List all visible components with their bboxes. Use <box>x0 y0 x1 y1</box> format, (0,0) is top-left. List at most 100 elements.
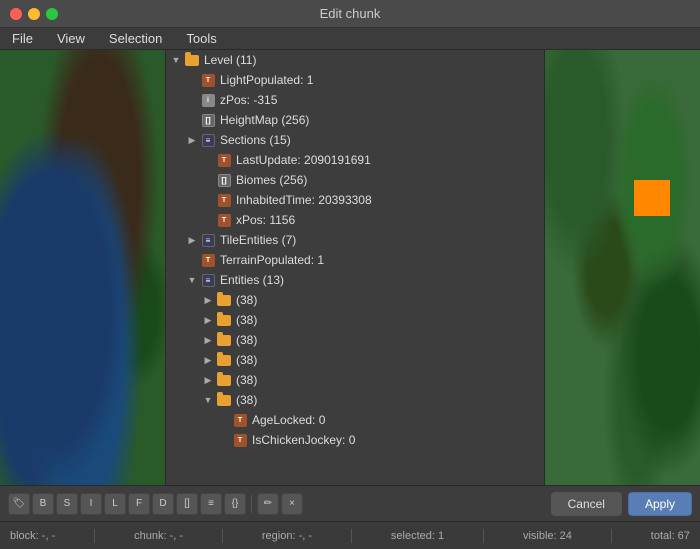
expand-arrow-empty6 <box>202 194 214 206</box>
tree-panel[interactable]: Level (11) T LightPopulated: 1 i zPos: -… <box>165 50 545 485</box>
tree-item-heightmap[interactable]: [] HeightMap (256) <box>166 110 544 130</box>
int-icon-zpos: i <box>200 92 216 108</box>
item-label-lastupdate: LastUpdate: 2090191691 <box>236 153 371 167</box>
chunk-highlight <box>634 180 670 216</box>
tree-item-agelocked[interactable]: T AgeLocked: 0 <box>166 410 544 430</box>
add-list-button[interactable]: {} <box>224 493 246 515</box>
tree-item-entity-2[interactable]: (38) <box>166 330 544 350</box>
tree-item-lightpopulated[interactable]: T LightPopulated: 1 <box>166 70 544 90</box>
map-panel-right <box>545 50 700 485</box>
add-byte-button[interactable]: B <box>32 493 54 515</box>
add-int-button[interactable]: I <box>80 493 102 515</box>
item-label-level: Level (11) <box>204 53 256 67</box>
expand-arrow-entity3[interactable] <box>202 354 214 366</box>
byte-icon-terrain: T <box>200 252 216 268</box>
tree-item-entity-0[interactable]: (38) <box>166 290 544 310</box>
folder-icon-entity4 <box>216 372 232 388</box>
add-tag-button[interactable]: 🏷 <box>8 493 30 515</box>
expand-arrow-empty4 <box>202 154 214 166</box>
item-label-entity0: (38) <box>236 293 257 307</box>
status-bar: block: -, - chunk: -, - region: -, - sel… <box>0 521 700 549</box>
cancel-button[interactable]: Cancel <box>551 492 622 516</box>
tree-item-entities[interactable]: ≡ Entities (13) <box>166 270 544 290</box>
item-label-sections: Sections (15) <box>220 133 291 147</box>
status-region: region: -, - <box>262 530 312 542</box>
add-long-button[interactable]: L <box>104 493 126 515</box>
apply-button[interactable]: Apply <box>628 492 692 516</box>
folder-icon-entity3 <box>216 352 232 368</box>
expand-arrow-empty9 <box>218 414 230 426</box>
add-string-button[interactable]: ≡ <box>200 493 222 515</box>
expand-arrow-entity0[interactable] <box>202 294 214 306</box>
item-label-chickenjockey: IsChickenJockey: 0 <box>252 433 355 447</box>
expand-arrow-entity2[interactable] <box>202 334 214 346</box>
tree-item-entity-4[interactable]: (38) <box>166 370 544 390</box>
total-label: total: 67 <box>651 530 690 542</box>
expand-arrow-tileentities[interactable] <box>186 234 198 246</box>
tree-item-chickenjockey[interactable]: T IsChickenJockey: 0 <box>166 430 544 450</box>
expand-arrow-level[interactable] <box>170 54 182 66</box>
delete-button[interactable]: × <box>281 493 303 515</box>
tree-item-entity-5[interactable]: (38) <box>166 390 544 410</box>
map-left-background <box>0 50 165 485</box>
region-label: region: -, - <box>262 530 312 542</box>
tree-item-entity-1[interactable]: (38) <box>166 310 544 330</box>
add-double-button[interactable]: D <box>152 493 174 515</box>
menu-selection[interactable]: Selection <box>105 29 166 48</box>
item-label-heightmap: HeightMap (256) <box>220 113 309 127</box>
expand-arrow-entity1[interactable] <box>202 314 214 326</box>
add-bytearray-button[interactable]: [] <box>176 493 198 515</box>
expand-arrow-entities[interactable] <box>186 274 198 286</box>
expand-arrow-entity4[interactable] <box>202 374 214 386</box>
add-short-button[interactable]: S <box>56 493 78 515</box>
menu-tools[interactable]: Tools <box>182 29 220 48</box>
visible-label: visible: 24 <box>523 530 572 542</box>
tree-item-xpos[interactable]: T xPos: 1156 <box>166 210 544 230</box>
tree-item-biomes[interactable]: [] Biomes (256) <box>166 170 544 190</box>
toolbar: 🏷 B S I L F D [] ≡ {} ✏ × <box>8 493 303 515</box>
menu-view[interactable]: View <box>53 29 89 48</box>
tree-item-zpos[interactable]: i zPos: -315 <box>166 90 544 110</box>
divider-2 <box>222 529 223 543</box>
traffic-lights <box>10 8 58 20</box>
block-label: block: -, - <box>10 530 55 542</box>
expand-arrow-entity5[interactable] <box>202 394 214 406</box>
item-label-entity3: (38) <box>236 353 257 367</box>
add-float-button[interactable]: F <box>128 493 150 515</box>
folder-icon-entity2 <box>216 332 232 348</box>
item-label-entity1: (38) <box>236 313 257 327</box>
expand-arrow-empty2 <box>186 94 198 106</box>
tree-item-terrainpopulated[interactable]: T TerrainPopulated: 1 <box>166 250 544 270</box>
tree-item-level[interactable]: Level (11) <box>166 50 544 70</box>
expand-arrow-empty3 <box>186 114 198 126</box>
tree-item-entity-3[interactable]: (38) <box>166 350 544 370</box>
status-total: total: 67 <box>651 530 690 542</box>
minimize-button[interactable] <box>28 8 40 20</box>
status-selected: selected: 1 <box>391 530 444 542</box>
tree-item-lastupdate[interactable]: T LastUpdate: 2090191691 <box>166 150 544 170</box>
chunk-label: chunk: -, - <box>134 530 183 542</box>
menu-bar: File View Selection Tools <box>0 28 700 50</box>
folder-icon-entity0 <box>216 292 232 308</box>
window-title: Edit chunk <box>320 6 381 21</box>
selected-label: selected: 1 <box>391 530 444 542</box>
close-button[interactable] <box>10 8 22 20</box>
tree-item-tileentities[interactable]: ≡ TileEntities (7) <box>166 230 544 250</box>
maximize-button[interactable] <box>46 8 58 20</box>
item-label-zpos: zPos: -315 <box>220 93 277 107</box>
item-label-agelocked: AgeLocked: 0 <box>252 413 325 427</box>
tree-item-sections[interactable]: ≡ Sections (15) <box>166 130 544 150</box>
array-icon-heightmap: [] <box>200 112 216 128</box>
tree-item-inhabitedtime[interactable]: T InhabitedTime: 20393308 <box>166 190 544 210</box>
toolbar-separator <box>251 495 252 513</box>
list-icon-sections: ≡ <box>200 132 216 148</box>
menu-file[interactable]: File <box>8 29 37 48</box>
divider-1 <box>94 529 95 543</box>
expand-arrow-empty5 <box>202 174 214 186</box>
divider-3 <box>351 529 352 543</box>
item-label-entities: Entities (13) <box>220 273 284 287</box>
status-visible: visible: 24 <box>523 530 572 542</box>
edit-value-button[interactable]: ✏ <box>257 493 279 515</box>
map-right-background <box>545 50 700 485</box>
expand-arrow-sections[interactable] <box>186 134 198 146</box>
